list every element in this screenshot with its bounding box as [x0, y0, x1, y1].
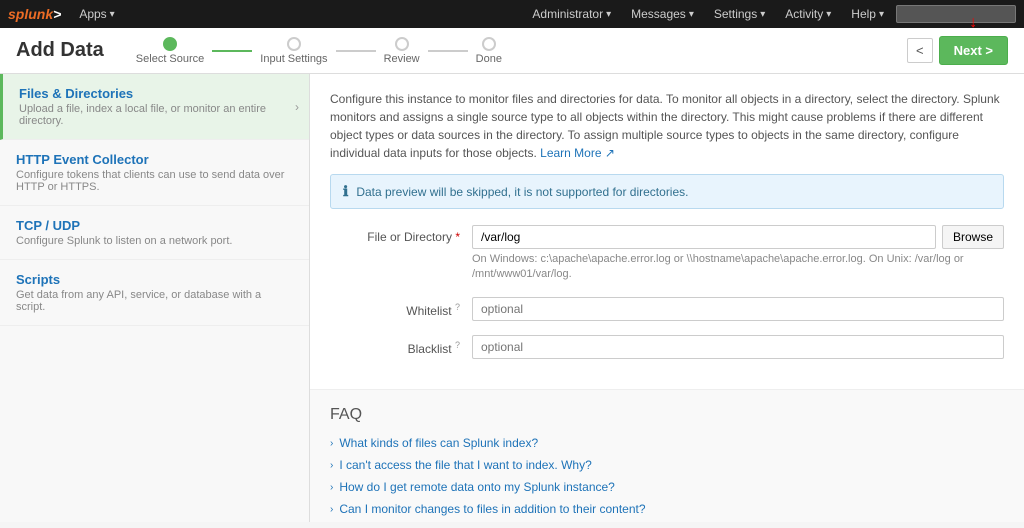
step-select-source: Select Source: [136, 37, 204, 65]
sidebar-item-scripts-title: Scripts: [16, 272, 293, 287]
step-done: Done: [476, 37, 502, 65]
step-label-input-settings: Input Settings: [260, 53, 327, 65]
main-layout: Files & Directories Upload a file, index…: [0, 74, 1024, 522]
step-connector-1: [212, 50, 252, 52]
arrow-indicator: ↓: [969, 14, 977, 32]
blacklist-input[interactable]: [472, 335, 1004, 359]
step-dot-input-settings: [287, 37, 301, 51]
browse-button[interactable]: Browse: [942, 225, 1004, 249]
step-dot-done: [482, 37, 496, 51]
sidebar-item-tcp-udp[interactable]: TCP / UDP Configure Splunk to listen on …: [0, 206, 309, 260]
faq-title: FAQ: [330, 406, 1004, 424]
sidebar-item-scripts[interactable]: Scripts Get data from any API, service, …: [0, 260, 309, 326]
prev-button[interactable]: <: [907, 38, 933, 63]
apps-chevron-icon: ▾: [110, 9, 115, 20]
step-label-done: Done: [476, 53, 502, 65]
nav-help[interactable]: Help ▾: [843, 5, 892, 23]
admin-chevron-icon: ▾: [606, 9, 611, 20]
sidebar-item-files-title: Files & Directories: [19, 86, 293, 101]
wizard-steps: Select Source Input Settings Review Done: [136, 37, 891, 65]
faq-text-1: I can't access the file that I want to i…: [339, 458, 591, 472]
left-sidebar: Files & Directories Upload a file, index…: [0, 74, 310, 522]
blacklist-row: Blacklist ?: [330, 335, 1004, 359]
blacklist-input-group: [472, 335, 1004, 359]
top-navigation: splunk> Apps ▾ Administrator ▾ Messages …: [0, 0, 1024, 28]
file-directory-hint: On Windows: c:\apache\apache.error.log o…: [472, 252, 1004, 283]
faq-section: FAQ › What kinds of files can Splunk ind…: [310, 389, 1024, 522]
nav-search-input[interactable]: [896, 5, 1016, 23]
whitelist-input[interactable]: [472, 297, 1004, 321]
faq-text-0: What kinds of files can Splunk index?: [339, 436, 538, 450]
step-connector-2: [336, 50, 376, 52]
next-button[interactable]: Next >: [939, 36, 1008, 65]
content-body: Configure this instance to monitor files…: [310, 74, 1024, 389]
faq-chevron-0-icon: ›: [330, 438, 333, 449]
sidebar-item-http-desc: Configure tokens that clients can use to…: [16, 169, 293, 193]
sidebar-item-tcp-title: TCP / UDP: [16, 218, 293, 233]
nav-right: Administrator ▾ Messages ▾ Settings ▾ Ac…: [524, 5, 1016, 23]
step-label-review: Review: [384, 53, 420, 65]
sidebar-item-tcp-desc: Configure Splunk to listen on a network …: [16, 235, 293, 247]
nav-administrator[interactable]: Administrator ▾: [524, 5, 619, 23]
faq-item-2[interactable]: › How do I get remote data onto my Splun…: [330, 480, 1004, 494]
sidebar-item-http-event[interactable]: HTTP Event Collector Configure tokens th…: [0, 140, 309, 206]
required-asterisk: *: [455, 230, 460, 244]
step-review: Review: [384, 37, 420, 65]
blacklist-label: Blacklist ?: [330, 335, 460, 356]
whitelist-row: Whitelist ?: [330, 297, 1004, 321]
settings-chevron-icon: ▾: [760, 9, 765, 20]
file-directory-input[interactable]: [472, 225, 936, 249]
info-icon: ℹ: [343, 183, 348, 200]
sidebar-item-scripts-desc: Get data from any API, service, or datab…: [16, 289, 293, 313]
blacklist-superscript: ?: [455, 340, 460, 350]
faq-text-3: Can I monitor changes to files in additi…: [339, 502, 645, 516]
file-directory-label: File or Directory *: [330, 225, 460, 244]
whitelist-superscript: ?: [455, 302, 460, 312]
step-label-select-source: Select Source: [136, 53, 204, 65]
faq-item-0[interactable]: › What kinds of files can Splunk index?: [330, 436, 1004, 450]
faq-chevron-2-icon: ›: [330, 482, 333, 493]
step-connector-3: [428, 50, 468, 52]
info-box: ℹ Data preview will be skipped, it is no…: [330, 174, 1004, 209]
main-content: Configure this instance to monitor files…: [310, 74, 1024, 522]
faq-text-2: How do I get remote data onto my Splunk …: [339, 480, 615, 494]
nav-apps[interactable]: Apps ▾: [71, 5, 122, 23]
messages-chevron-icon: ▾: [689, 9, 694, 20]
activity-chevron-icon: ▾: [826, 9, 831, 20]
faq-item-1[interactable]: › I can't access the file that I want to…: [330, 458, 1004, 472]
page-title: Add Data: [16, 39, 104, 62]
step-dot-review: [395, 37, 409, 51]
sidebar-item-http-title: HTTP Event Collector: [16, 152, 293, 167]
wizard-navigation: < ↓ Next >: [907, 36, 1008, 65]
sidebar-item-files-directories[interactable]: Files & Directories Upload a file, index…: [0, 74, 309, 140]
sidebar-files-chevron-icon: ›: [295, 100, 299, 114]
nav-settings[interactable]: Settings ▾: [706, 5, 773, 23]
splunk-logo: splunk>: [8, 6, 61, 22]
whitelist-input-group: [472, 297, 1004, 321]
next-button-wrapper: ↓ Next >: [939, 36, 1008, 65]
whitelist-label: Whitelist ?: [330, 297, 460, 318]
step-input-settings: Input Settings: [260, 37, 327, 65]
nav-messages[interactable]: Messages ▾: [623, 5, 702, 23]
nav-activity[interactable]: Activity ▾: [777, 5, 839, 23]
file-directory-row: File or Directory * Browse On Windows: c…: [330, 225, 1004, 283]
step-dot-select-source: [163, 37, 177, 51]
file-directory-input-wrapper: Browse: [472, 225, 1004, 249]
sub-header: Add Data Select Source Input Settings Re…: [0, 28, 1024, 74]
sidebar-item-files-desc: Upload a file, index a local file, or mo…: [19, 103, 293, 127]
description-text: Configure this instance to monitor files…: [330, 90, 1004, 162]
info-message: Data preview will be skipped, it is not …: [356, 185, 688, 199]
faq-item-3[interactable]: › Can I monitor changes to files in addi…: [330, 502, 1004, 516]
help-chevron-icon: ▾: [879, 9, 884, 20]
faq-chevron-3-icon: ›: [330, 504, 333, 515]
faq-chevron-1-icon: ›: [330, 460, 333, 471]
learn-more-link[interactable]: Learn More ↗: [540, 146, 615, 160]
file-directory-input-group: Browse On Windows: c:\apache\apache.erro…: [472, 225, 1004, 283]
